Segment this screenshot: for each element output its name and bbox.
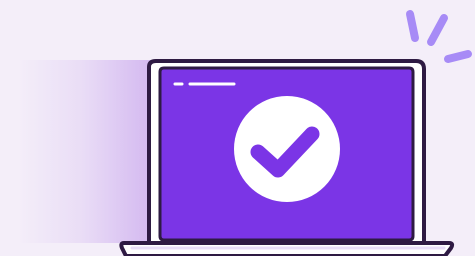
light-beam-panel — [18, 60, 160, 243]
success-illustration — [0, 0, 475, 256]
laptop-illustration — [0, 0, 475, 256]
check-circle — [234, 96, 340, 202]
laptop — [119, 59, 455, 256]
